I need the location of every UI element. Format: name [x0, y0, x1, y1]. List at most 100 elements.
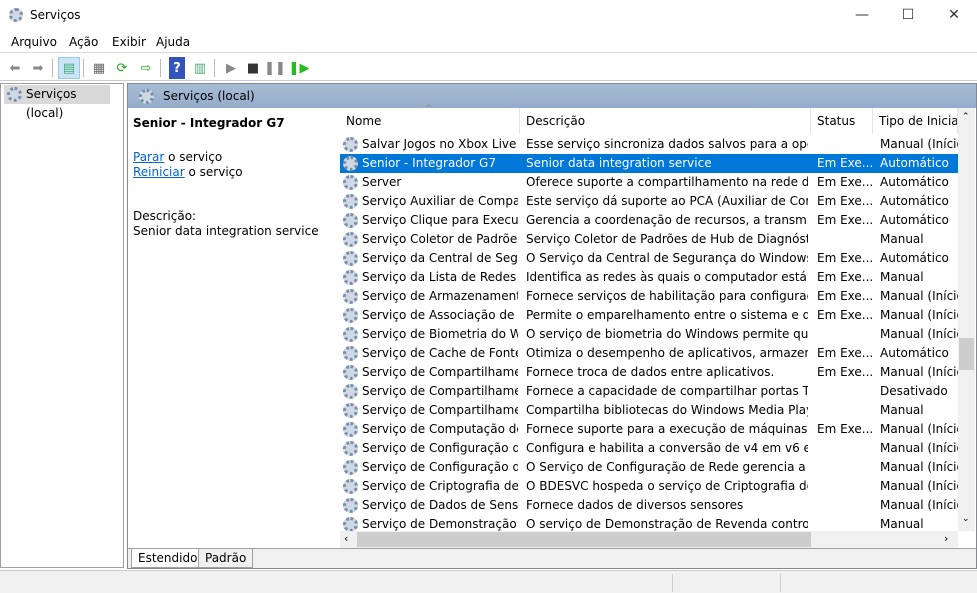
service-startup-type: Automático [880, 175, 949, 189]
column-header-description[interactable]: Descrição [520, 108, 811, 134]
service-row[interactable]: Serviço Clique para Executa... Gerencia a… [340, 211, 958, 230]
service-gear-icon [343, 137, 358, 152]
pause-service-icon[interactable]: ❚❚ [264, 57, 286, 79]
show-hide-console-tree-icon[interactable]: ▤ [58, 57, 80, 79]
service-description: O Serviço da Central de Segurança do Win… [526, 251, 808, 265]
menu-arquivo[interactable]: Arquivo [11, 35, 57, 49]
service-startup-type: Manual (Início [880, 479, 958, 493]
details-pane: Serviços (local) Senior - Integrador G7 … [127, 83, 977, 569]
back-icon[interactable]: ⬅ [4, 57, 26, 79]
help-icon[interactable]: ? [169, 57, 185, 79]
scroll-down-icon[interactable]: ⌄ [962, 514, 970, 524]
service-status: Em Exe... [817, 156, 873, 170]
properties-icon[interactable]: ▦ [88, 57, 110, 79]
service-row[interactable]: Serviço Coletor de Padrões ... Serviço Co… [340, 230, 958, 249]
service-row[interactable]: Serviço da Lista de Redes Identifica as r… [340, 268, 958, 287]
service-row[interactable]: Serviço de Configuração de... O Serviço d… [340, 458, 958, 477]
window-title: Serviços [30, 8, 81, 22]
service-status: Em Exe... [817, 213, 873, 227]
service-row[interactable]: Server Oferece suporte a compartilhamento… [340, 173, 958, 192]
service-gear-icon [343, 327, 358, 342]
show-action-pane-icon[interactable]: ▥ [189, 57, 211, 79]
service-name: Serviço de Configuração de... [362, 441, 518, 455]
tree-item-label: Serviços (local) [26, 87, 77, 120]
service-description: Fornece suporte para a execução de máqui… [526, 422, 808, 436]
service-gear-icon [343, 251, 358, 266]
column-header-startup-type[interactable]: Tipo de Iniciali [873, 108, 958, 134]
service-startup-type: Automático [880, 251, 949, 265]
refresh-icon[interactable]: ⟳ [111, 57, 133, 79]
service-row[interactable]: Serviço de Computação de ... Fornece supo… [340, 420, 958, 439]
tree-item-services-local[interactable]: Serviços (local) [4, 85, 110, 120]
service-name: Serviço da Lista de Redes [362, 270, 517, 284]
vertical-scrollbar[interactable]: ⌃ ⌄ [958, 108, 975, 531]
service-row[interactable]: Serviço de Armazenamento Fornece serviços… [340, 287, 958, 306]
scroll-right-icon[interactable]: › [944, 532, 948, 545]
maximize-button[interactable]: ☐ [885, 0, 931, 30]
service-row[interactable]: Serviço de Criptografia de U... O BDESVC … [340, 477, 958, 496]
restart-service-icon[interactable]: ❚▶ [288, 57, 310, 79]
service-name: Serviço Auxiliar de Compati... [362, 194, 518, 208]
column-header-name[interactable]: Nome [340, 108, 520, 134]
service-row[interactable]: Senior - Integrador G7 Senior data integr… [340, 154, 958, 173]
pane-header: Serviços (local) [128, 84, 976, 108]
service-row[interactable]: Serviço de Compartilhamen... Fornece a ca… [340, 382, 958, 401]
service-startup-type: Manual (Início [880, 498, 958, 512]
start-service-icon[interactable]: ▶ [220, 57, 242, 79]
service-gear-icon [343, 365, 358, 380]
service-description: Compartilha bibliotecas do Windows Media… [526, 403, 808, 417]
service-status: Em Exe... [817, 270, 873, 284]
service-row[interactable]: Serviço de Biometria do Wi... O serviço d… [340, 325, 958, 344]
service-row[interactable]: Salvar Jogos no Xbox Live Esse serviço si… [340, 135, 958, 154]
service-name: Serviço de Cache de Fontes ... [362, 346, 518, 360]
service-row[interactable]: Serviço de Compartilhamen... Fornece troc… [340, 363, 958, 382]
service-description: Esse serviço sincroniza dados salvos par… [526, 137, 808, 151]
tab-padrao[interactable]: Padrão [198, 549, 254, 568]
stop-service-icon[interactable]: ■ [242, 57, 264, 79]
service-row[interactable]: Serviço Auxiliar de Compati... Este servi… [340, 192, 958, 211]
service-row[interactable]: Serviço da Central de Segur... O Serviço … [340, 249, 958, 268]
scroll-left-icon[interactable]: ‹ [344, 532, 348, 545]
service-startup-type: Manual (Início [880, 289, 958, 303]
export-list-icon[interactable]: ⇨ [135, 57, 157, 79]
column-header-status[interactable]: Status [811, 108, 873, 134]
scroll-up-icon[interactable]: ⌃ [962, 112, 970, 122]
forward-icon[interactable]: ➡ [27, 57, 49, 79]
vertical-scroll-thumb[interactable] [959, 338, 974, 370]
service-description: O BDESVC hospeda o serviço de Criptograf… [526, 479, 808, 493]
service-row[interactable]: Serviço de Cache de Fontes ... Otimiza o … [340, 344, 958, 363]
service-name: Salvar Jogos no Xbox Live [362, 137, 517, 151]
menu-acao[interactable]: Ação [69, 35, 98, 49]
view-tabs: Estendido Padrão [128, 548, 976, 568]
service-row[interactable]: Serviço de Dados de Sensor Fornece dados … [340, 496, 958, 515]
service-description: Permite o emparelhamento entre o sistema… [526, 308, 808, 322]
service-row[interactable]: Serviço de Configuração de... Configura e… [340, 439, 958, 458]
menu-ajuda[interactable]: Ajuda [156, 35, 190, 49]
horizontal-scrollbar[interactable]: ‹ › [340, 531, 958, 548]
service-name: Serviço de Associação de Di... [362, 308, 518, 322]
service-gear-icon [343, 479, 358, 494]
service-status: Em Exe... [817, 194, 873, 208]
console-tree: Serviços (local) [0, 83, 124, 568]
menu-exibir[interactable]: Exibir [112, 35, 146, 49]
close-button[interactable]: ✕ [931, 0, 977, 30]
horizontal-scroll-thumb[interactable] [357, 532, 811, 547]
service-row[interactable]: Serviço de Associação de Di... Permite o … [340, 306, 958, 325]
service-description: Gerencia a coordenação de recursos, a tr… [526, 213, 808, 227]
service-startup-type: Desativado [880, 384, 948, 398]
service-description: Configura e habilita a conversão de v4 e… [526, 441, 808, 455]
stop-service-link[interactable]: Parar [133, 150, 164, 164]
service-description: Fornece dados de diversos sensores [526, 498, 744, 512]
service-gear-icon [343, 308, 358, 323]
restart-service-link[interactable]: Reiniciar [133, 165, 185, 179]
service-startup-type: Automático [880, 346, 949, 360]
service-gear-icon [343, 213, 358, 228]
services-icon [139, 89, 154, 104]
service-gear-icon [343, 232, 358, 247]
tab-estendido[interactable]: Estendido [131, 549, 205, 568]
service-row[interactable]: Serviço de Compartilhamen... Compartilha … [340, 401, 958, 420]
minimize-button[interactable]: — [839, 0, 885, 30]
service-startup-type: Manual [880, 232, 924, 246]
service-name: Serviço Coletor de Padrões ... [362, 232, 518, 246]
service-status: Em Exe... [817, 422, 873, 436]
